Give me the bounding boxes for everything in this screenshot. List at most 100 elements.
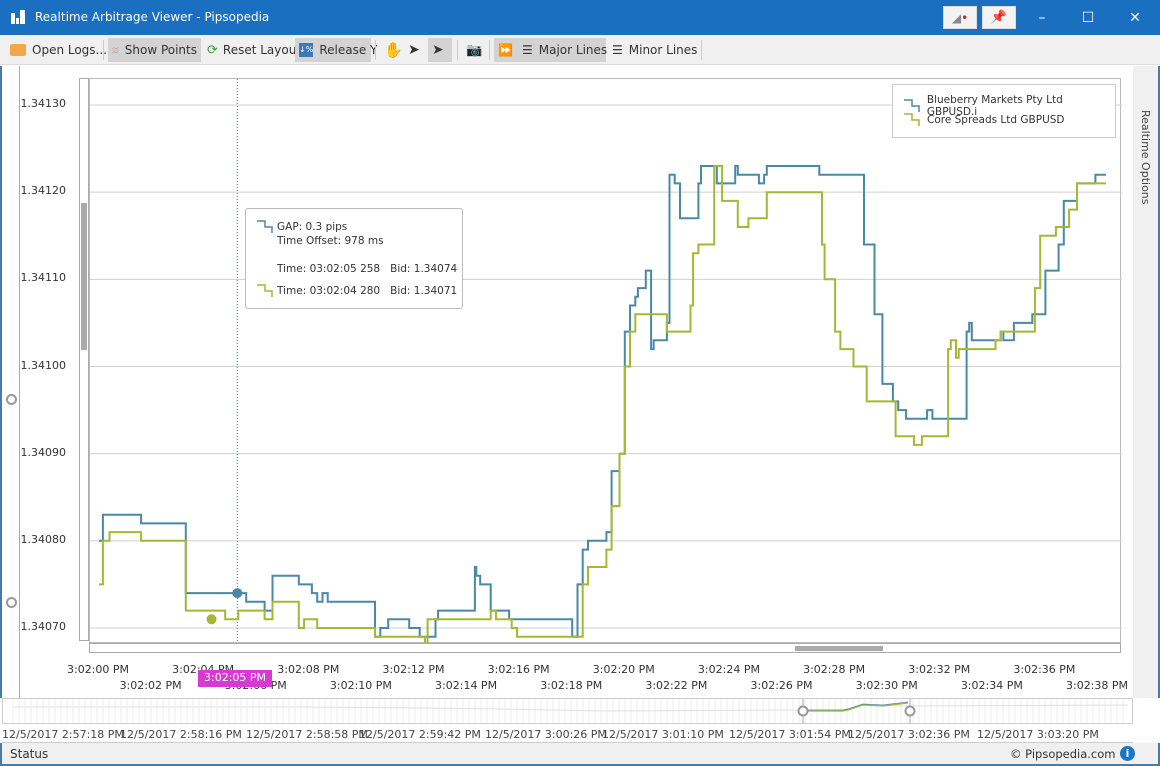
overview-tick-label: 12/5/2017 3:02:36 PM [848,728,970,741]
toolbar: Open Logs... Show Points ⟳ Reset Layout … [0,35,1160,65]
show-points-label: Show Points [124,43,197,57]
overview-tick-label: 12/5/2017 2:58:16 PM [120,728,242,741]
screenshot-button[interactable]: 📷 [462,38,486,62]
pointer-tool-button[interactable]: ➤ [428,38,452,62]
overview-navigator[interactable] [2,698,1133,724]
toolbar-separator [457,40,458,60]
show-points-button[interactable]: Show Points [108,38,201,62]
toolbar-separator [701,40,702,60]
x-axis: 3:02:00 PM3:02:04 PM3:02:08 PM3:02:12 PM… [20,655,1135,697]
chart-plot-area[interactable] [89,78,1122,644]
y-axis: 1.34130 1.34120 1.34110 1.34100 1.34090 1.340… [20,66,80,646]
legend-label: Core Spreads Ltd GBPUSD [927,114,1065,126]
overview-axis: 12/5/2017 2:57:18 PM 12/5/2017 2:58:16 PM… [2,725,1133,743]
x-tick-label: 3:02:24 PM [697,663,760,676]
x-tick-label: 3:02:14 PM [435,679,498,692]
points-chart-icon [112,47,119,53]
reset-layout-button[interactable]: ⟳ Reset Layout [203,38,305,62]
folder-icon [10,44,26,56]
x-tick-label: 3:02:10 PM [329,679,392,692]
overview-range-handle-right[interactable] [904,705,916,717]
tooltip-time-offset: Time Offset: 978 ms [277,235,384,247]
tooltip-series1: Time: 03:02:05 258 Bid: 1.34074 [277,263,458,275]
x-tick-label: 3:02:08 PM [277,663,340,676]
x-tick-label: 3:02:16 PM [487,663,550,676]
minor-lines-button[interactable]: ☰ Minor Lines [608,38,701,62]
camera-icon: 📷 [466,42,483,58]
reset-layout-label: Reset Layout [222,43,302,57]
theme-button[interactable]: ◢• [943,6,977,29]
vertical-scroll-thumb[interactable] [81,203,87,350]
overview-tick-label: 12/5/2017 3:01:54 PM [729,728,851,741]
x-tick-label: 3:02:36 PM [1013,663,1076,676]
x-tick-label: 3:02:34 PM [960,679,1023,692]
open-logs-button[interactable]: Open Logs... [6,38,111,62]
open-logs-label: Open Logs... [32,43,107,57]
minor-lines-label: Minor Lines [628,43,698,57]
overview-tick-label: 12/5/2017 2:59:42 PM [359,728,481,741]
x-tick-label: 3:02:26 PM [750,679,813,692]
x-tick-label: 3:02:28 PM [803,663,866,676]
step-line-icon [904,113,920,126]
overview-range-handle-left[interactable] [797,705,809,717]
select-tool-button[interactable]: ➤ [404,38,424,62]
data-tooltip: GAP: 0.3 pips Time Offset: 978 ms Time: … [245,208,463,309]
app-logo-icon [11,10,25,24]
legend: Blueberry Markets Pty Ltd GBPUSD.i Core … [892,84,1116,138]
overview-tick-label: 12/5/2017 3:00:26 PM [485,728,607,741]
series-marker [206,614,217,625]
y-tick-label: 1.34080 [20,532,67,546]
y-range-handle-bottom[interactable] [6,597,17,608]
x-tick-label: 3:02:12 PM [382,663,445,676]
y-range-strip [0,66,20,698]
y-tick-label: 1.34070 [20,620,67,633]
pointer-cursor-icon: ➤ [432,42,444,58]
chart-svg [90,79,1122,644]
cursor-time-label: 3:02:05 PM [198,670,273,687]
x-tick-label: 3:02:00 PM [66,663,130,676]
y-tick-label: 1.34130 [20,97,67,110]
pin-button[interactable]: 📌 [982,6,1016,29]
realtime-options-panel[interactable]: Realtime Options [1133,66,1160,698]
horizontal-scroll-thumb[interactable] [795,646,883,651]
maximize-button[interactable]: ☐ [1073,8,1103,28]
minimize-button[interactable]: – [1027,8,1057,28]
tooltip-series2: Time: 03:02:04 280 Bid: 1.34071 [277,285,458,297]
reset-layout-icon: ⟳ [207,42,218,58]
toolbar-separator [103,40,104,60]
series-marker [232,588,243,599]
realtime-options-label: Realtime Options [1139,110,1152,205]
pin-icon: 📌 [990,10,1008,25]
autoscroll-button[interactable]: ⏩ [494,38,518,62]
x-tick-label: 3:02:38 PM [1065,679,1129,692]
x-tick-label: 3:02:32 PM [908,663,971,676]
minor-lines-icon: ☰ [612,43,623,57]
x-tick-label: 3:02:22 PM [645,679,708,692]
x-tick-label: 3:02:30 PM [855,679,918,692]
copyright-link[interactable]: © Pipsopedia.com [1010,747,1116,761]
y-tick-label: 1.34090 [20,445,67,459]
hand-icon: ✋ [384,41,403,59]
release-y-icon: ↓% [299,43,314,57]
y-range-handle-top[interactable] [6,394,17,405]
y-tick-label: 1.34100 [20,358,67,372]
major-lines-label: Major Lines [538,43,608,57]
arrow-cursor-icon: ➤ [408,42,420,58]
legend-item-core-spreads[interactable]: Core Spreads Ltd GBPUSD [903,112,1065,128]
tooltip-gap: GAP: 0.3 pips [277,221,348,233]
paint-bucket-icon: ◢• [951,10,969,25]
info-icon[interactable]: i [1120,746,1135,761]
close-button[interactable]: ✕ [1120,8,1150,28]
status-text: Status [10,747,49,761]
major-lines-button[interactable]: ☰ Major Lines [518,38,608,62]
release-y-button[interactable]: ↓% Release Y [295,38,377,62]
overview-tick-label: 12/5/2017 2:58:58 PM [246,728,368,741]
major-lines-icon: ☰ [522,43,533,57]
release-y-label: Release Y [319,43,378,57]
horizontal-scrollbar[interactable] [89,643,1121,653]
step-line-icon [257,284,273,297]
overview-tick-label: 12/5/2017 2:57:18 PM [2,728,124,741]
status-bar: Status © Pipsopedia.com i [0,743,1160,766]
pan-tool-button[interactable]: ✋ [380,38,407,62]
vertical-scrollbar[interactable] [79,78,89,641]
